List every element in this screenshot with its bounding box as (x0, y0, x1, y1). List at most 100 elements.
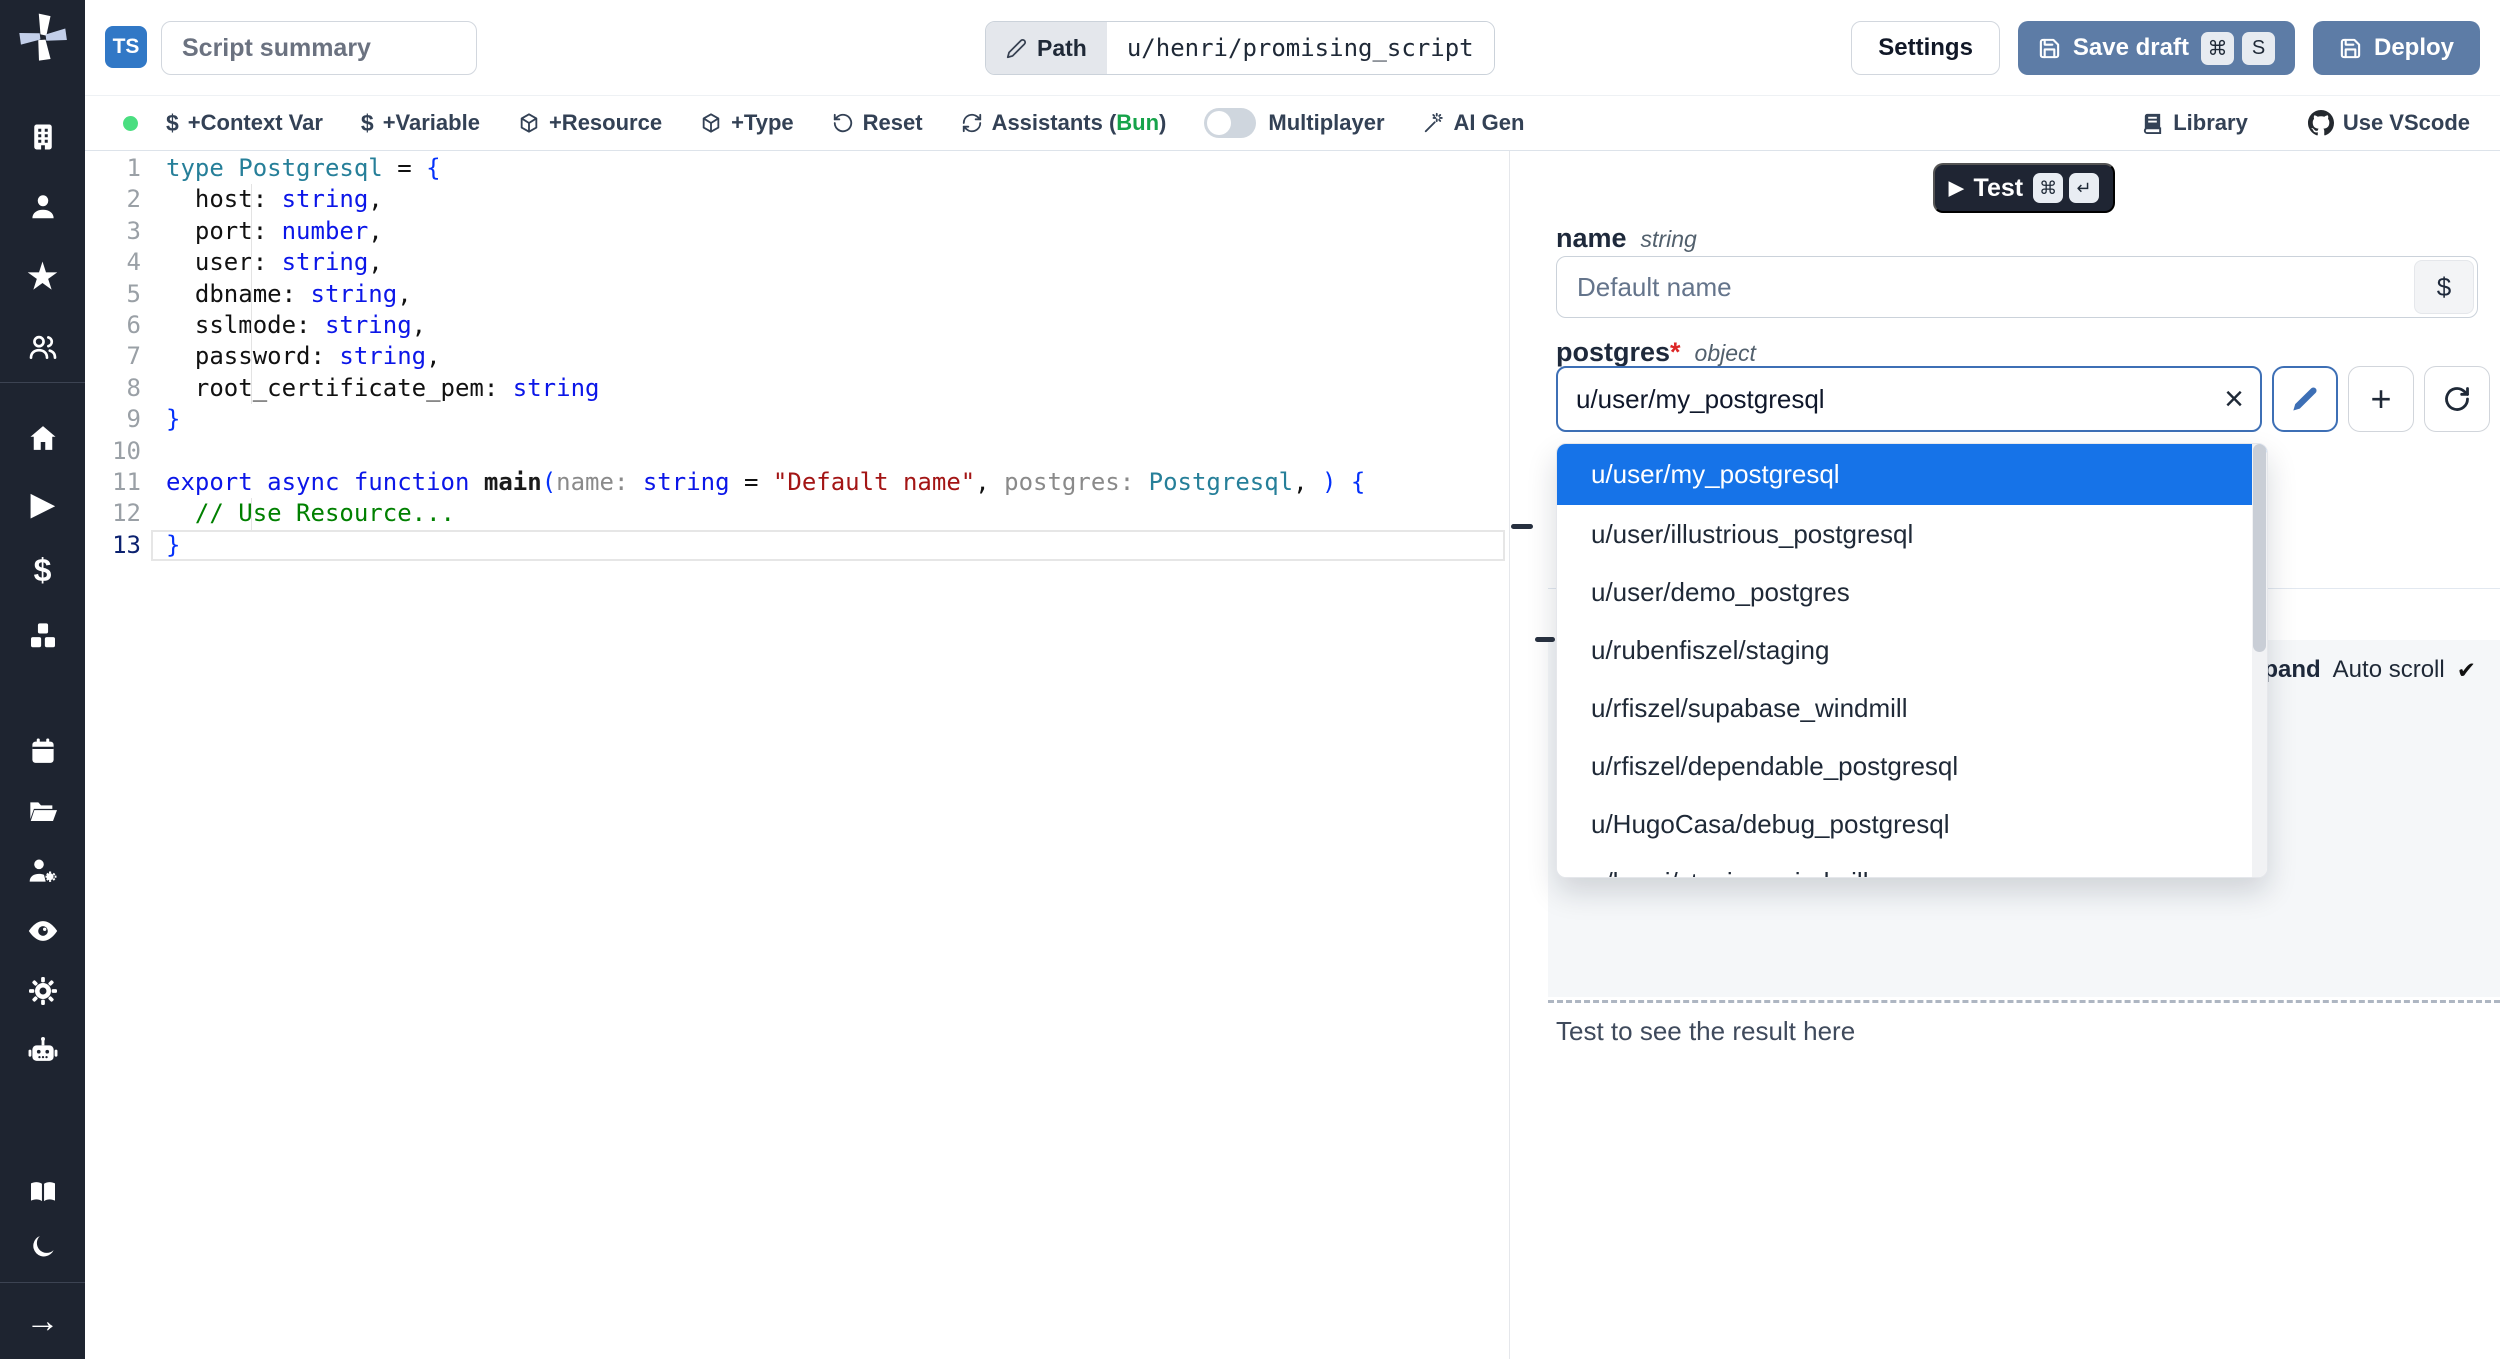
script-path[interactable]: Path u/henri/promising_script (985, 21, 1495, 75)
refresh-resources-button[interactable] (2424, 366, 2490, 432)
autoscroll-label[interactable]: Auto scroll (2333, 656, 2445, 684)
package-icon (700, 112, 722, 134)
code-token: async (267, 468, 339, 496)
code-token: ) { (1322, 468, 1365, 496)
code-line[interactable]: 12 // Use Resource... (85, 498, 1509, 529)
edit-resource-button[interactable] (2272, 366, 2338, 432)
save-icon (2339, 37, 2362, 60)
insert-variable-button[interactable]: $ (2414, 260, 2474, 314)
rotate-cw-icon (2443, 385, 2471, 413)
line-number: 8 (95, 373, 141, 404)
sidebar-item-folders[interactable] (0, 781, 85, 841)
sidebar-item-groups[interactable] (0, 312, 85, 382)
multiplayer-toggle[interactable] (1204, 108, 1256, 138)
code-lines: 1type Postgresql = {2 host: string,3 por… (85, 153, 1509, 561)
vertical-splitter-handle[interactable] (1511, 524, 1533, 529)
code-line[interactable]: 3 port: number, (85, 216, 1509, 247)
script-summary-input[interactable] (161, 21, 477, 75)
dropdown-item[interactable]: u/user/illustrious_postgresql (1557, 505, 2267, 563)
pencil-icon (1006, 38, 1027, 59)
sidebar-item-schedules[interactable] (0, 721, 85, 781)
add-type-button[interactable]: +Type (700, 110, 794, 136)
library-button[interactable]: Library (2141, 110, 2248, 136)
dropdown-item[interactable]: u/user/demo_postgres (1557, 563, 2267, 621)
use-vscode-button[interactable]: Use VScode (2308, 110, 2470, 136)
user-cog-icon (27, 855, 59, 887)
code-token: { (426, 154, 440, 182)
code-token: , (368, 248, 382, 276)
dropdown-item[interactable]: u/HugoCasa/debug_postgresql (1557, 795, 2267, 853)
path-label: Path (1037, 35, 1087, 62)
settings-button[interactable]: Settings (1851, 21, 2000, 75)
user-icon (28, 192, 58, 222)
ai-gen-button[interactable]: AI Gen (1423, 110, 1525, 136)
sidebar-item-settings[interactable] (0, 961, 85, 1021)
code-line[interactable]: 2 host: string, (85, 184, 1509, 215)
dropdown-item[interactable]: u/henri/staging_windmill (1557, 853, 2267, 878)
scrollbar-thumb[interactable] (2253, 444, 2266, 652)
path-value[interactable]: u/henri/promising_script (1107, 22, 1494, 74)
robot-icon (26, 1034, 60, 1068)
sidebar-item-audit[interactable] (0, 901, 85, 961)
code-token: host: (166, 185, 282, 213)
code-line[interactable]: 10 (85, 436, 1509, 467)
dropdown-item[interactable]: u/rubenfiszel/staging (1557, 621, 2267, 679)
sidebar-item-favorites[interactable]: ★ (0, 242, 85, 312)
code-token: , (975, 468, 1004, 496)
collapse-sidebar-button[interactable]: → (0, 1283, 85, 1359)
dropdown-item-label: u/user/my_postgresql (1591, 459, 1840, 490)
add-resource-button[interactable]: +Resource (518, 110, 662, 136)
clear-icon[interactable]: × (2224, 366, 2244, 432)
dollar-icon: $ (166, 110, 179, 137)
horizontal-splitter-handle[interactable] (1535, 637, 1555, 642)
dark-mode-toggle[interactable] (0, 1220, 85, 1274)
dropdown-scrollbar[interactable] (2252, 444, 2267, 878)
assistants-button[interactable]: Assistants (Bun) (961, 110, 1167, 136)
dropdown-item[interactable]: u/rfiszel/supabase_windmill (1557, 679, 2267, 737)
add-resource-button[interactable]: + (2348, 366, 2414, 432)
postgres-resource-input[interactable] (1556, 366, 2262, 432)
code-line[interactable]: 7 password: string, (85, 341, 1509, 372)
sidebar-item-runs[interactable]: ▶ (0, 471, 85, 537)
rotate-ccw-icon (832, 112, 854, 134)
name-field-type: string (1641, 226, 1697, 253)
code-line[interactable]: 9} (85, 404, 1509, 435)
test-button[interactable]: ▶ Test ⌘ ↵ (1933, 163, 2115, 213)
sidebar-item-resources[interactable] (0, 603, 85, 669)
code-token: , (1293, 468, 1322, 496)
code-line[interactable]: 8 root_certificate_pem: string (85, 373, 1509, 404)
code-token: ( (542, 468, 556, 496)
top-header: TS Path u/henri/promising_script Setting… (85, 0, 2500, 96)
code-line[interactable]: 6 sslmode: string, (85, 310, 1509, 341)
sidebar-item-home[interactable] (0, 405, 85, 471)
code-token: user: (166, 248, 282, 276)
sidebar-item-docs[interactable] (0, 1164, 85, 1220)
reset-button[interactable]: Reset (832, 110, 923, 136)
line-number: 11 (95, 467, 141, 498)
code-editor[interactable]: 1type Postgresql = {2 host: string,3 por… (85, 151, 1510, 1359)
dropdown-item[interactable]: u/user/my_postgresql (1557, 444, 2267, 505)
sidebar-item-variables[interactable]: $ (0, 537, 85, 603)
code-line[interactable]: 13} (85, 530, 1509, 561)
windmill-logo[interactable] (0, 0, 85, 74)
folder-open-icon (27, 795, 59, 827)
sidebar-item-ai[interactable] (0, 1021, 85, 1081)
sidebar-item-user[interactable] (0, 172, 85, 242)
dropdown-item[interactable]: u/rfiszel/dependable_postgresql (1557, 737, 2267, 795)
code-token: dbname: (166, 280, 311, 308)
code-line[interactable]: 5 dbname: string, (85, 279, 1509, 310)
code-line[interactable]: 1type Postgresql = { (85, 153, 1509, 184)
code-line[interactable]: 11export async function main(name: strin… (85, 467, 1509, 498)
check-icon[interactable]: ✔ (2457, 657, 2476, 684)
name-input[interactable] (1556, 256, 2478, 318)
add-variable-button[interactable]: $ +Variable (361, 110, 480, 137)
save-draft-button[interactable]: Save draft ⌘ S (2018, 21, 2295, 75)
play-icon: ▶ (31, 487, 54, 522)
deploy-button[interactable]: Deploy (2313, 21, 2480, 75)
sidebar-item-workspace[interactable] (0, 102, 85, 172)
add-context-var-button[interactable]: $ +Context Var (166, 110, 323, 137)
status-dot (123, 116, 138, 131)
code-line[interactable]: 4 user: string, (85, 247, 1509, 278)
sidebar-item-workers[interactable] (0, 841, 85, 901)
code-token: function (354, 468, 470, 496)
